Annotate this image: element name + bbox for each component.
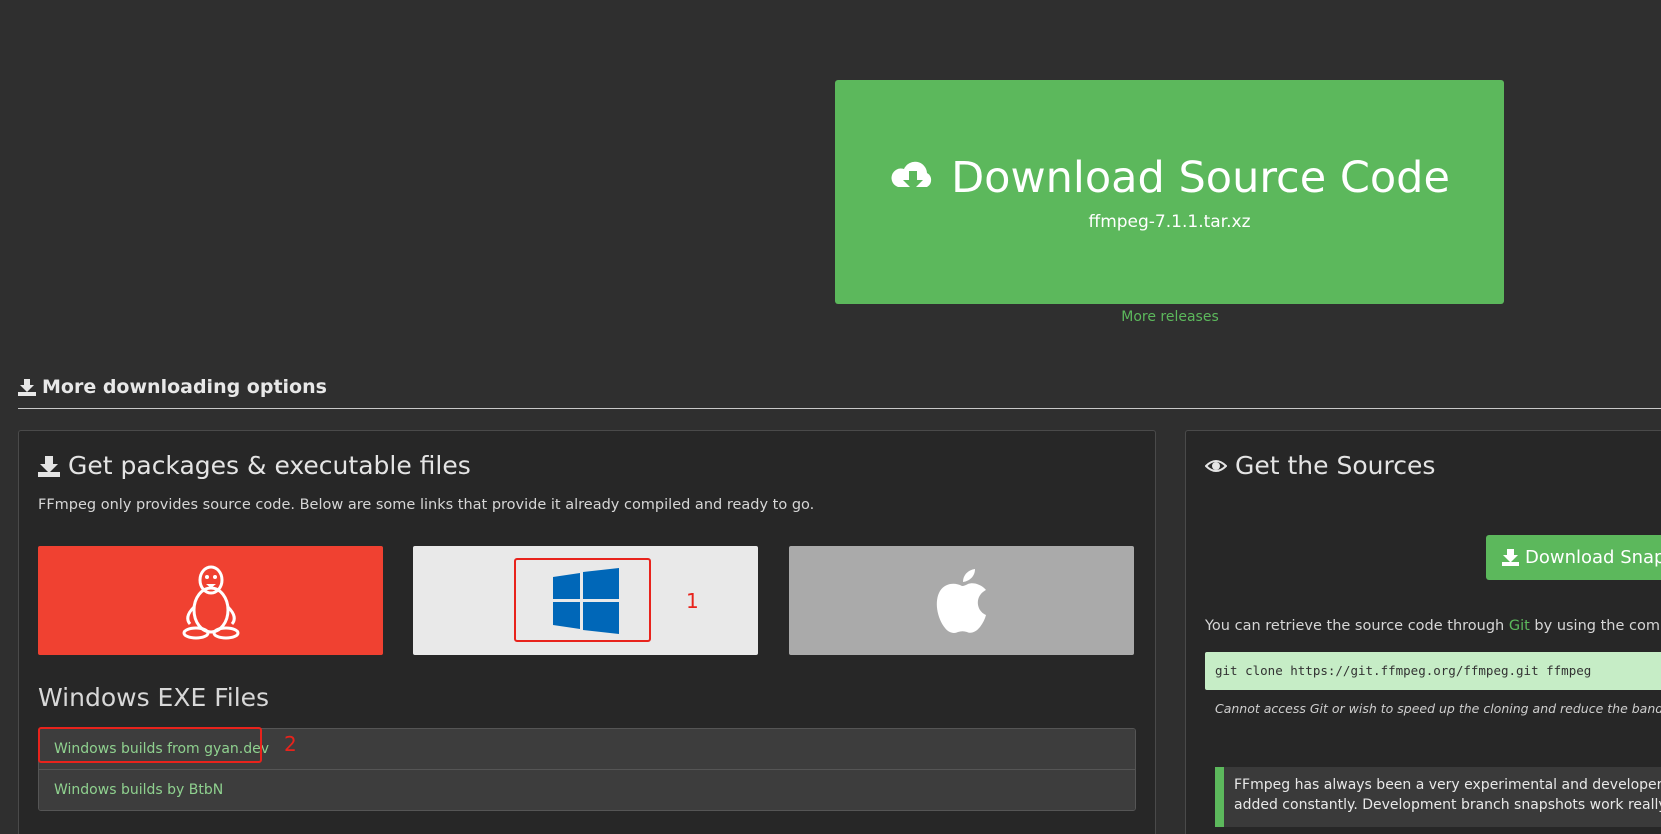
eye-icon bbox=[1205, 459, 1227, 472]
linux-tux-icon bbox=[182, 565, 239, 639]
download-tray-icon bbox=[1502, 549, 1519, 566]
linux-packages-tile[interactable] bbox=[38, 546, 383, 655]
retrieve-suffix: by using the comman bbox=[1534, 618, 1661, 634]
download-tray-icon bbox=[38, 455, 60, 477]
sources-title: Get the Sources bbox=[1235, 451, 1436, 480]
experimental-callout: FFmpeg has always been a very experiment… bbox=[1215, 767, 1661, 827]
sources-heading: Get the Sources bbox=[1205, 451, 1435, 480]
section-title: More downloading options bbox=[42, 376, 327, 398]
sources-panel: Get the Sources Download Snap You can re… bbox=[1185, 430, 1661, 834]
retrieve-prefix: You can retrieve the source code through bbox=[1205, 618, 1509, 634]
bandwidth-note: Cannot access Git or wish to speed up th… bbox=[1215, 701, 1661, 716]
more-downloading-options-heading: More downloading options bbox=[18, 376, 327, 398]
hero-title-row: Download Source Code bbox=[835, 152, 1504, 204]
callout-line-1: FFmpeg has always been a very experiment… bbox=[1234, 777, 1661, 793]
more-releases-link[interactable]: More releases bbox=[1070, 309, 1270, 325]
snapshot-button-label: Download Snap bbox=[1525, 547, 1661, 568]
packages-panel: Get packages & executable files FFmpeg o… bbox=[18, 430, 1156, 834]
hero-filename: ffmpeg-7.1.1.tar.xz bbox=[1088, 212, 1251, 232]
windows-exe-heading: Windows EXE Files bbox=[38, 683, 270, 712]
section-divider bbox=[18, 408, 1661, 409]
callout-line-2: added constantly. Development branch sna… bbox=[1234, 797, 1661, 813]
packages-heading: Get packages & executable files bbox=[38, 451, 471, 480]
git-link[interactable]: Git bbox=[1509, 618, 1530, 634]
link-btbn-builds[interactable]: Windows builds by BtbN bbox=[39, 769, 1135, 810]
apple-logo-icon bbox=[936, 568, 986, 633]
git-clone-command[interactable]: git clone https://git.ffmpeg.org/ffmpeg.… bbox=[1205, 652, 1661, 690]
packages-intro: FFmpeg only provides source code. Below … bbox=[38, 497, 815, 513]
download-tray-icon bbox=[18, 379, 36, 396]
annotation-box-gyan bbox=[38, 727, 262, 763]
packages-title: Get packages & executable files bbox=[68, 451, 471, 480]
download-source-code-button[interactable]: Download Source Code ffmpeg-7.1.1.tar.xz bbox=[835, 80, 1504, 304]
hero-title: Download Source Code bbox=[951, 153, 1450, 203]
macos-packages-tile[interactable] bbox=[789, 546, 1134, 655]
page: Download Source Code ffmpeg-7.1.1.tar.xz… bbox=[0, 0, 1661, 834]
annotation-marker-2: 2 bbox=[284, 732, 297, 756]
annotation-marker-1: 1 bbox=[686, 589, 699, 613]
annotation-box-windows bbox=[514, 558, 651, 642]
download-snapshot-button[interactable]: Download Snap bbox=[1486, 535, 1661, 580]
retrieve-instructions: You can retrieve the source code through… bbox=[1205, 618, 1661, 634]
cloud-download-icon bbox=[891, 161, 932, 190]
